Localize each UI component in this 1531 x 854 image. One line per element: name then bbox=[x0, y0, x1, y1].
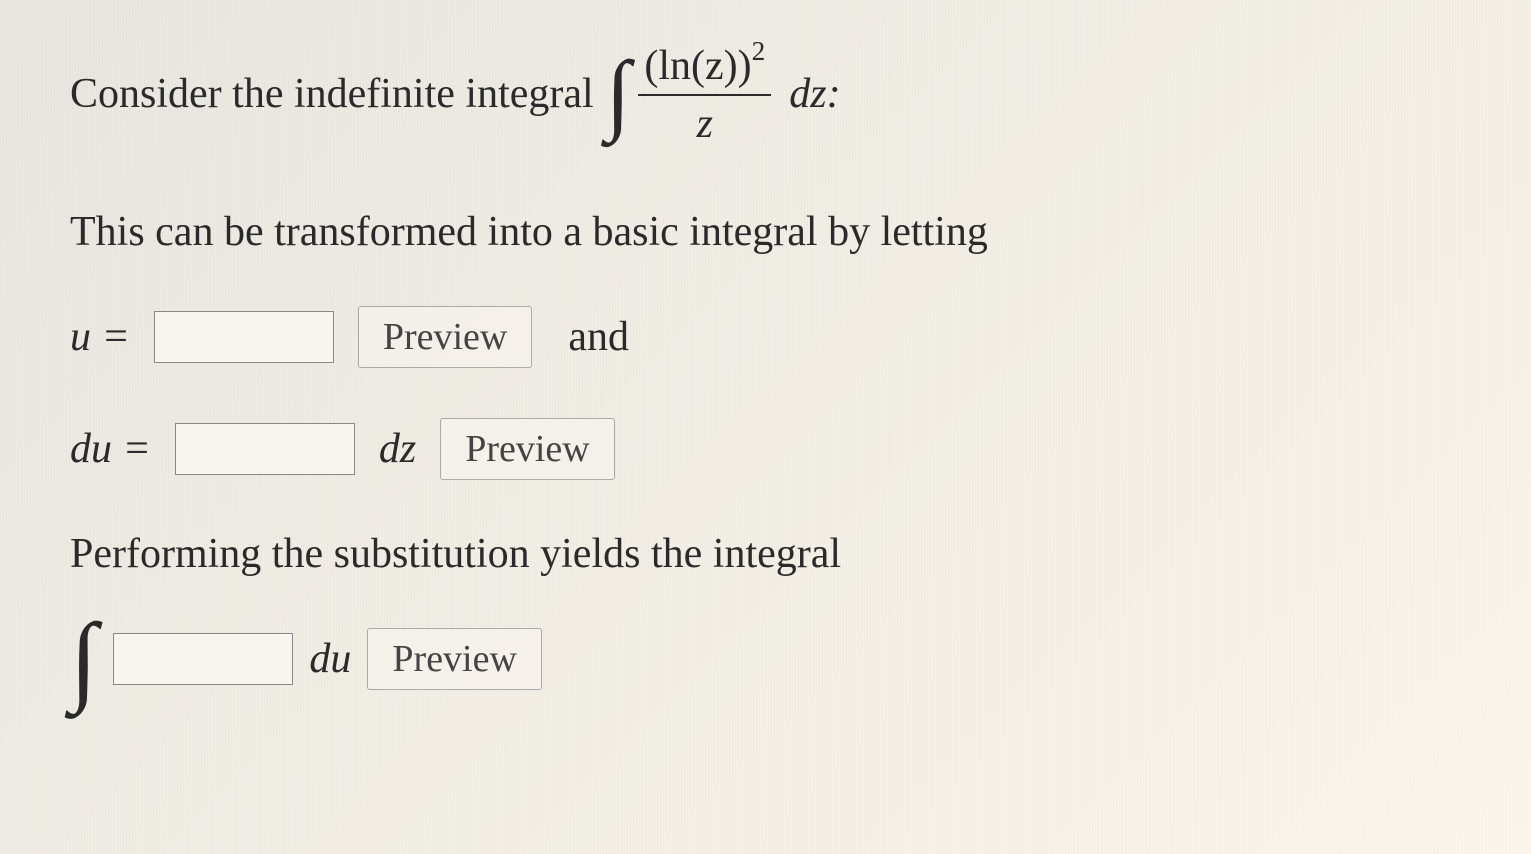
fraction: (ln(z))2 z bbox=[638, 40, 771, 148]
du-input-row: du = dz Preview bbox=[70, 418, 1461, 480]
dz-suffix: dz bbox=[379, 425, 416, 473]
du-equals-label: du = bbox=[70, 425, 151, 473]
integrand-input[interactable] bbox=[113, 633, 293, 685]
integral-expression: ∫ (ln(z))2 z bbox=[606, 40, 778, 148]
problem-statement-line1: Consider the indefinite integral ∫ (ln(z… bbox=[70, 40, 1461, 148]
intro-text: Consider the indefinite integral bbox=[70, 70, 594, 118]
u-input-row: u = Preview and bbox=[70, 306, 1461, 368]
u-equals-label: u = bbox=[70, 313, 130, 361]
substitution-prompt: Performing the substitution yields the i… bbox=[70, 530, 1461, 578]
du-suffix: du bbox=[309, 635, 351, 683]
preview-button-du[interactable]: Preview bbox=[440, 418, 615, 480]
du-input[interactable] bbox=[175, 423, 355, 475]
u-input[interactable] bbox=[154, 311, 334, 363]
transform-prompt: This can be transformed into a basic int… bbox=[70, 208, 1461, 256]
numerator: (ln(z))2 bbox=[638, 40, 771, 96]
denominator: z bbox=[691, 96, 719, 148]
preview-button-u[interactable]: Preview bbox=[358, 306, 533, 368]
result-integral-row: ∫ du Preview bbox=[70, 628, 1461, 690]
and-text: and bbox=[568, 313, 629, 361]
differential-dz: dz: bbox=[789, 70, 840, 118]
preview-button-result[interactable]: Preview bbox=[367, 628, 542, 690]
